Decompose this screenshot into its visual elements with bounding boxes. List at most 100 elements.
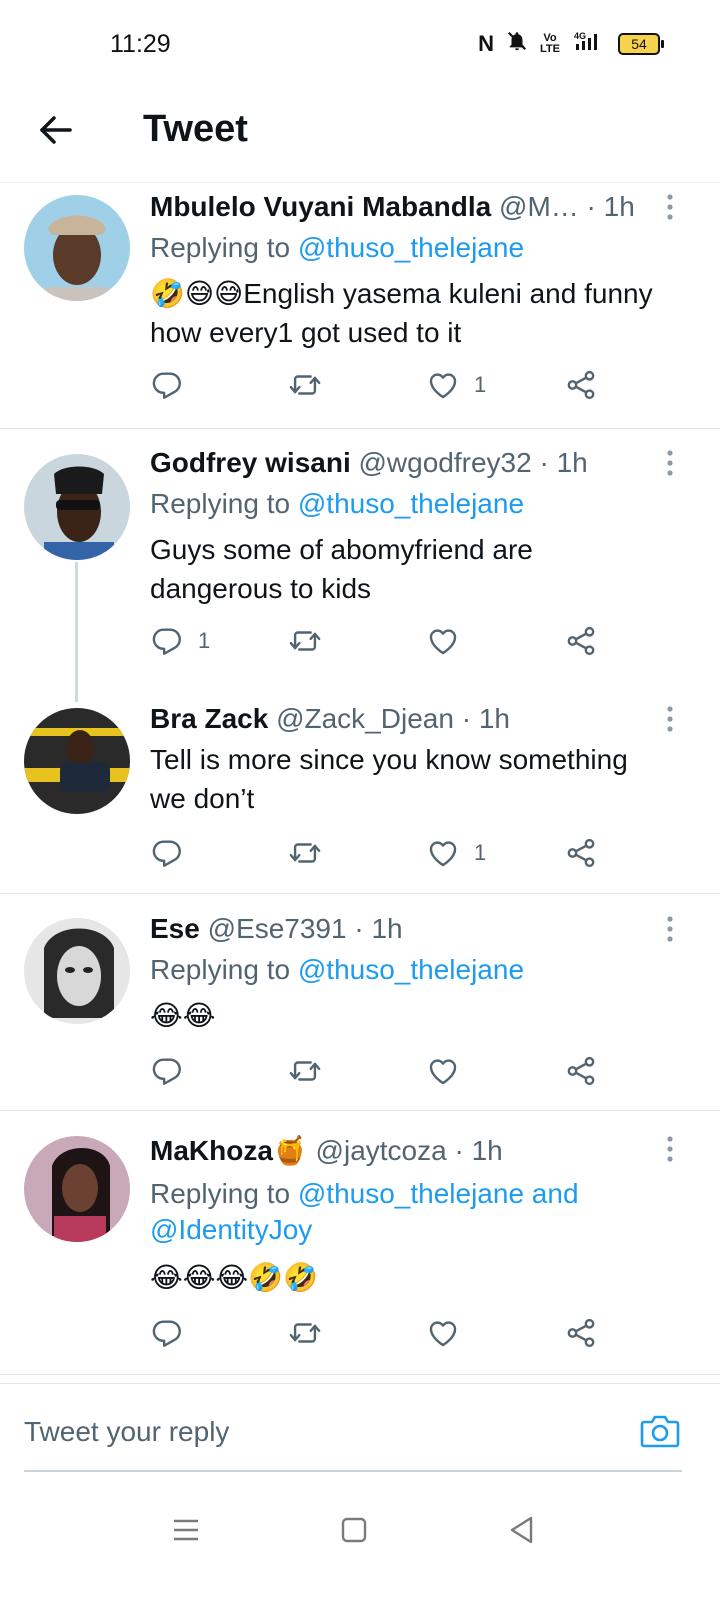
- author-name[interactable]: MaKhoza🍯: [150, 1135, 308, 1166]
- retweet-icon: [288, 368, 322, 402]
- avatar[interactable]: [24, 195, 130, 301]
- retweet-icon: [288, 836, 322, 870]
- like-button[interactable]: [426, 624, 474, 658]
- retweet-button[interactable]: [288, 1316, 322, 1350]
- divider: [0, 893, 720, 894]
- tweet-text: 😂😂😂🤣🤣: [150, 1262, 318, 1293]
- more-options-icon[interactable]: [660, 704, 680, 734]
- author-handle[interactable]: @Ese7391: [208, 913, 347, 944]
- home-icon[interactable]: [334, 1510, 374, 1550]
- reply-count: 1: [198, 628, 211, 653]
- share-icon: [564, 1316, 598, 1350]
- divider: [0, 428, 720, 429]
- tweet-2[interactable]: Godfrey wisani @wgodfrey32 · 1h Replying…: [0, 438, 720, 694]
- tweet-3[interactable]: Bra Zack @Zack_Djean · 1h Tell is more s…: [0, 694, 720, 892]
- replying-label: Replying to: [150, 954, 291, 985]
- tweet-4[interactable]: Ese @Ese7391 · 1h Replying to @thuso_the…: [0, 904, 720, 1110]
- retweet-icon: [288, 624, 322, 658]
- like-count: 1: [474, 840, 487, 865]
- retweet-button[interactable]: [288, 836, 322, 870]
- more-options-icon[interactable]: [660, 448, 680, 478]
- share-icon: [564, 1054, 598, 1088]
- mention-link[interactable]: @thuso_thelejane: [298, 954, 524, 985]
- share-button[interactable]: [564, 1316, 598, 1350]
- replying-to: Replying to @thuso_thelejane: [150, 952, 524, 988]
- tweet-time: 1h: [471, 1135, 503, 1166]
- battery-level: 54: [618, 32, 660, 55]
- reply-button[interactable]: 1: [150, 624, 210, 658]
- heart-icon: [426, 624, 460, 658]
- tweet-time: 1h: [603, 191, 635, 222]
- retweet-button[interactable]: [288, 624, 322, 658]
- retweet-button[interactable]: [288, 1054, 322, 1088]
- author-handle[interactable]: @M…: [499, 191, 579, 222]
- retweet-button[interactable]: [288, 368, 322, 402]
- reply-underline: [24, 1470, 682, 1472]
- reply-icon: [150, 836, 184, 870]
- replying-to: Replying to @thuso_thelejane: [150, 486, 524, 522]
- reply-input[interactable]: Tweet your reply: [24, 1416, 229, 1448]
- mention-link[interactable]: @thuso_thelejane and: [298, 1178, 579, 1209]
- replying-to: Replying to @thuso_thelejane and @Identi…: [150, 1176, 579, 1248]
- top-app-bar: Tweet: [0, 90, 720, 183]
- like-button[interactable]: [426, 1054, 474, 1088]
- mention-link-2[interactable]: @IdentityJoy: [150, 1214, 312, 1245]
- like-button[interactable]: 1: [426, 836, 486, 870]
- author-name[interactable]: Godfrey wisani: [150, 447, 351, 478]
- reply-button[interactable]: [150, 1316, 198, 1350]
- more-options-icon[interactable]: [660, 1134, 680, 1164]
- share-button[interactable]: [564, 1054, 598, 1088]
- tweet-text: 🤣😅😅English yasema kuleni and funny how e…: [150, 278, 653, 348]
- tweet-actions: 1: [150, 368, 620, 408]
- share-icon: [564, 368, 598, 402]
- volte-icon: Vo LTE: [540, 31, 560, 55]
- share-button[interactable]: [564, 836, 598, 870]
- author-name[interactable]: Bra Zack: [150, 703, 268, 734]
- mention-link[interactable]: @thuso_thelejane: [298, 232, 524, 263]
- author-handle[interactable]: @wgodfrey32: [359, 447, 532, 478]
- reply-button[interactable]: [150, 1054, 198, 1088]
- more-options-icon[interactable]: [660, 914, 680, 944]
- like-button[interactable]: 1: [426, 368, 486, 402]
- tweet-text: 😂😂: [150, 1000, 216, 1031]
- tweet-actions: [150, 1316, 620, 1356]
- tweet-header: Ese @Ese7391 · 1h: [150, 913, 403, 944]
- author-handle[interactable]: @Zack_Djean: [276, 703, 454, 734]
- share-button[interactable]: [564, 368, 598, 402]
- avatar[interactable]: [24, 454, 130, 560]
- author-handle[interactable]: @jaytcoza: [316, 1135, 447, 1166]
- tweet-text: Tell is more since you know something we…: [150, 744, 628, 814]
- author-name[interactable]: Ese: [150, 913, 200, 944]
- more-options-icon[interactable]: [660, 192, 680, 222]
- divider: [0, 1110, 720, 1111]
- tweet-time: 1h: [556, 447, 588, 478]
- reply-icon: [150, 1054, 184, 1088]
- status-icons: N Vo LTE 4G 54: [478, 30, 664, 57]
- avatar[interactable]: [24, 708, 130, 814]
- author-name[interactable]: Mbulelo Vuyani Mabandla: [150, 191, 491, 222]
- replying-label: Replying to: [150, 1178, 291, 1209]
- share-button[interactable]: [564, 624, 598, 658]
- tweet-1[interactable]: Mbulelo Vuyani Mabandla @M… · 1h Replyin…: [0, 182, 720, 428]
- back-arrow-icon[interactable]: [36, 110, 76, 150]
- avatar[interactable]: [24, 1136, 130, 1242]
- network-type: 4G: [574, 31, 586, 41]
- menu-icon[interactable]: [166, 1510, 206, 1550]
- status-bar: 11:29 N Vo LTE 4G 54: [0, 0, 720, 90]
- retweet-icon: [288, 1316, 322, 1350]
- tweet-5[interactable]: MaKhoza🍯 @jaytcoza · 1h Replying to @thu…: [0, 1122, 720, 1372]
- like-button[interactable]: [426, 1316, 474, 1350]
- reply-icon: [150, 368, 184, 402]
- heart-icon: [426, 1316, 460, 1350]
- back-triangle-icon[interactable]: [502, 1510, 542, 1550]
- reply-button[interactable]: [150, 836, 198, 870]
- reply-button[interactable]: [150, 368, 198, 402]
- avatar[interactable]: [24, 918, 130, 1024]
- share-icon: [564, 624, 598, 658]
- camera-icon[interactable]: [638, 1408, 682, 1452]
- mention-link[interactable]: @thuso_thelejane: [298, 488, 524, 519]
- tweet-header: MaKhoza🍯 @jaytcoza · 1h: [150, 1135, 503, 1166]
- reply-composer[interactable]: Tweet your reply: [0, 1383, 720, 1474]
- like-count: 1: [474, 372, 487, 397]
- divider: [0, 1374, 720, 1375]
